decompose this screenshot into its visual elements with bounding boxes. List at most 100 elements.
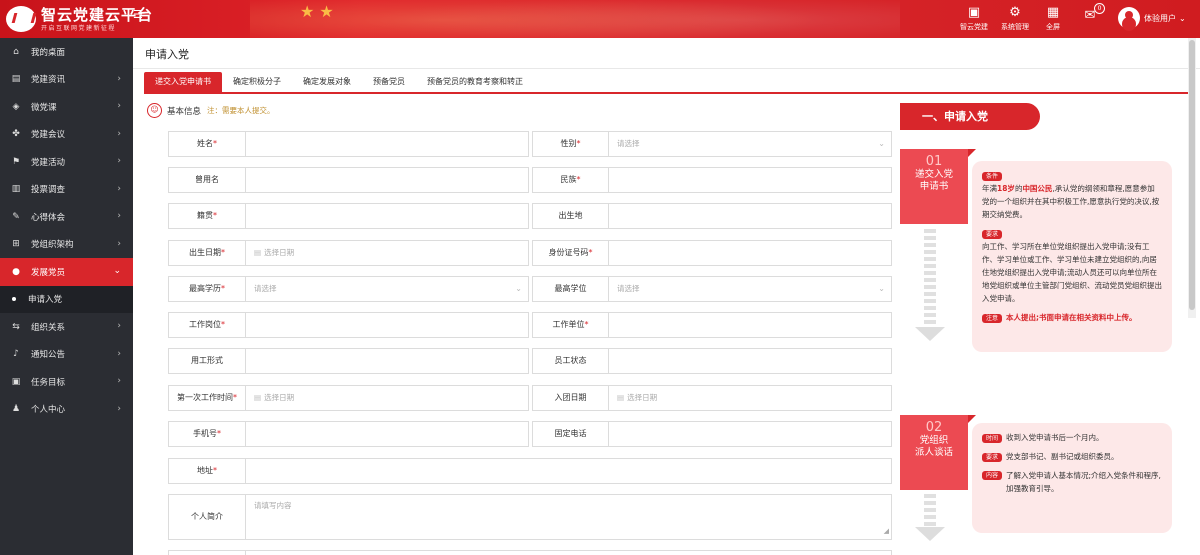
requirement-text: 党支部书记、副书记或组织委员。 (1006, 452, 1119, 461)
down-arrow-icon (915, 229, 945, 341)
phone-field[interactable] (245, 421, 529, 447)
requirement-text: 向工作、学习所在单位党组织提出入党申请;没有工作、学习单位或工作、学习单位未建立… (982, 242, 1162, 303)
label-text: 性别 (560, 139, 577, 148)
degree-select[interactable]: 请选择 ⌄ (608, 276, 892, 302)
label-text: 姓名 (197, 139, 213, 148)
chevron-right-icon: › (117, 348, 121, 359)
education-select[interactable]: 请选择 ⌄ (245, 276, 529, 302)
tab-probationary[interactable]: 预备党员 (362, 72, 416, 92)
birth-date-label: 出生日期* (168, 240, 246, 266)
employee-status-field[interactable] (608, 348, 892, 374)
step-2-box: 02 党组织 派人谈话 (900, 415, 976, 490)
chevron-right-icon: › (117, 403, 121, 414)
sidebar-item-news[interactable]: ▤ 党建资讯 › (0, 66, 133, 94)
id-number-field[interactable] (608, 240, 892, 266)
former-name-label: 曾用名 (168, 167, 246, 193)
landline-field[interactable] (608, 421, 892, 447)
work-unit-label: 工作单位* (532, 312, 609, 338)
sidebar-item-label: 发展党员 (31, 267, 66, 278)
calendar-icon: ▤ (254, 248, 262, 257)
sidebar-item-meeting[interactable]: ✤ 党建会议 › (0, 121, 133, 149)
sidebar-item-apply[interactable]: 申请入党 (0, 285, 133, 313)
home-icon: ⌂ (13, 46, 19, 57)
sidebar-item-vote[interactable]: ▥ 投票调查 › (0, 176, 133, 204)
league-date-picker[interactable]: ▤ 选择日期 (608, 385, 892, 411)
native-place-field[interactable] (245, 203, 529, 229)
sidebar-item-org-structure[interactable]: ⊞ 党组织架构 › (0, 231, 133, 259)
sidebar-item-personal[interactable]: ♟ 个人中心 › (0, 396, 133, 424)
address-field[interactable] (245, 458, 892, 484)
resize-handle-icon[interactable]: ◢ (884, 523, 889, 539)
birthplace-field[interactable] (608, 203, 892, 229)
label-text: 个人简介 (191, 512, 223, 521)
next-row-field[interactable] (245, 550, 892, 555)
label-text: 工作岗位 (189, 320, 221, 329)
first-work-date-placeholder: 选择日期 (264, 393, 295, 402)
tag-label: 内容 (982, 471, 1003, 480)
scrollbar-thumb[interactable] (1189, 40, 1195, 310)
tag-requirement: 要求 (982, 227, 1162, 240)
tab-bar: 递交入党申请书 确定积极分子 确定发展对象 预备党员 预备党员的教育考察和转正 (144, 72, 534, 92)
birth-date-placeholder: 选择日期 (264, 248, 295, 257)
sidebar-item-activity[interactable]: ⚑ 党建活动 › (0, 148, 133, 176)
chevron-right-icon: › (117, 376, 121, 386)
intro-textarea[interactable]: 请填写内容 ◢ (245, 494, 892, 540)
form-row: 工作岗位* 工作单位* (168, 312, 893, 338)
step-name-line1: 递交入党 (914, 169, 953, 180)
user-menu[interactable]: 体验用户 ⌄ (1118, 7, 1186, 29)
flag-icon: ⚑ (11, 156, 21, 167)
header-tool-settings[interactable]: ⚙ 系统管理 (995, 5, 1035, 32)
chevron-right-icon: › (117, 321, 121, 331)
job-post-field[interactable] (245, 312, 529, 338)
former-name-field[interactable] (245, 167, 529, 193)
sidebar-item-develop-members[interactable]: ● 发展党员 ⌄ (0, 258, 133, 286)
form-row: 地址* (168, 458, 893, 484)
sidebar-item-desktop[interactable]: ⌂ 我的桌面 (0, 38, 133, 66)
sidebar-item-org-relation[interactable]: ⇆ 组织关系 › (0, 313, 133, 341)
person-icon: ☺ (147, 103, 162, 118)
menu-toggle-icon[interactable]: ☰ (133, 8, 143, 21)
sidebar-item-label: 申请入党 (28, 295, 63, 306)
label-text: 工作单位 (552, 320, 585, 329)
ethnicity-field[interactable] (608, 167, 892, 193)
sidebar-item-notice[interactable]: ♪ 通知公告 › (0, 341, 133, 369)
task-icon: ▣ (11, 376, 21, 387)
label-text: 手机号 (193, 429, 217, 438)
tab-activist[interactable]: 确定积极分子 (222, 72, 292, 92)
gender-select[interactable]: 请选择 ⌄ (608, 131, 892, 157)
sidebar-item-experience[interactable]: ✎ 心得体会 › (0, 203, 133, 231)
transfer-icon: ⇆ (12, 321, 20, 332)
tag-label: 条件 (982, 172, 1003, 181)
label-text: 入团日期 (554, 393, 587, 402)
chevron-down-icon: ⌄ (1179, 13, 1186, 23)
header-tool-fullscreen[interactable]: ▦ 全屏 (1033, 5, 1073, 32)
form-row: 姓名* 性别* 请选择 ⌄ (168, 131, 893, 157)
form-row: 籍贯* 出生地 (168, 203, 893, 229)
sidebar-item-tasks[interactable]: ▣ 任务目标 › (0, 368, 133, 396)
meeting-icon: ✤ (12, 129, 20, 140)
person-icon: ♟ (11, 404, 21, 415)
birth-date-picker[interactable]: ▤ 选择日期 (245, 240, 529, 266)
first-work-date-picker[interactable]: ▤ 选择日期 (245, 385, 529, 411)
tab-development-target[interactable]: 确定发展对象 (292, 72, 362, 92)
chevron-right-icon: › (117, 211, 121, 221)
calendar-icon: ▤ (617, 393, 625, 402)
sidebar-item-course[interactable]: ◈ 微党课 › (0, 93, 133, 121)
cond-citizen: 中国公民 (1022, 184, 1053, 193)
step-name-line2: 申请书 (919, 181, 949, 192)
name-field[interactable] (245, 131, 529, 157)
user-icon: ● (12, 266, 20, 277)
tab-probation-education[interactable]: 预备党员的教育考察和转正 (416, 72, 534, 92)
chevron-down-icon: ⌄ (878, 284, 885, 293)
sidebar: ⌂ 我的桌面 ▤ 党建资讯 › ◈ 微党课 › ✤ 党建会议 › ⚑ 党建活动 … (0, 38, 133, 555)
intro-placeholder: 请填写内容 (254, 501, 292, 510)
employment-form-field[interactable] (245, 348, 529, 374)
work-unit-field[interactable] (608, 312, 892, 338)
tab-submit-application[interactable]: 递交入党申请书 (144, 72, 222, 92)
education-label: 最高学历* (168, 276, 246, 302)
app-logo[interactable]: 智云党建云平台 开启互联网党建新征程 (6, 6, 153, 32)
header-tool-label: 全屏 (1046, 23, 1060, 31)
header-tool-app[interactable]: ▣ 智云党建 (954, 5, 994, 32)
sidebar-item-label: 党组织架构 (31, 240, 74, 251)
ethnicity-label: 民族* (532, 167, 609, 193)
